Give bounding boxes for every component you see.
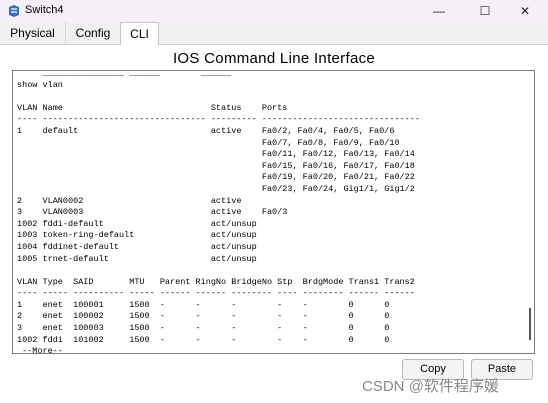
switch-app-icon <box>9 5 19 17</box>
page-title: IOS Command Line Interface <box>172 50 376 67</box>
tab-bar: Physical Config CLI <box>0 22 548 45</box>
tab-config[interactable]: Config <box>66 22 121 44</box>
cli-terminal[interactable]: ________________ ______ ______ show vlan… <box>12 70 535 354</box>
minimize-button[interactable]: — <box>416 0 462 22</box>
maximize-icon: ☐ <box>479 4 491 18</box>
scroll-thumb[interactable] <box>529 308 531 340</box>
close-icon: ✕ <box>519 4 531 18</box>
window-title: Switch4 <box>25 4 64 16</box>
title-bar: Switch4 — ☐ ✕ <box>0 0 548 22</box>
minimize-icon: — <box>433 4 445 18</box>
terminal-output[interactable]: ________________ ______ ______ show vlan… <box>17 71 420 353</box>
watermark: CSDN @软件程序媛 <box>362 378 499 395</box>
terminal-scrollbar[interactable] <box>524 71 534 353</box>
tab-cli[interactable]: CLI <box>120 22 159 45</box>
close-button[interactable]: ✕ <box>502 0 548 22</box>
tab-physical[interactable]: Physical <box>0 22 66 44</box>
